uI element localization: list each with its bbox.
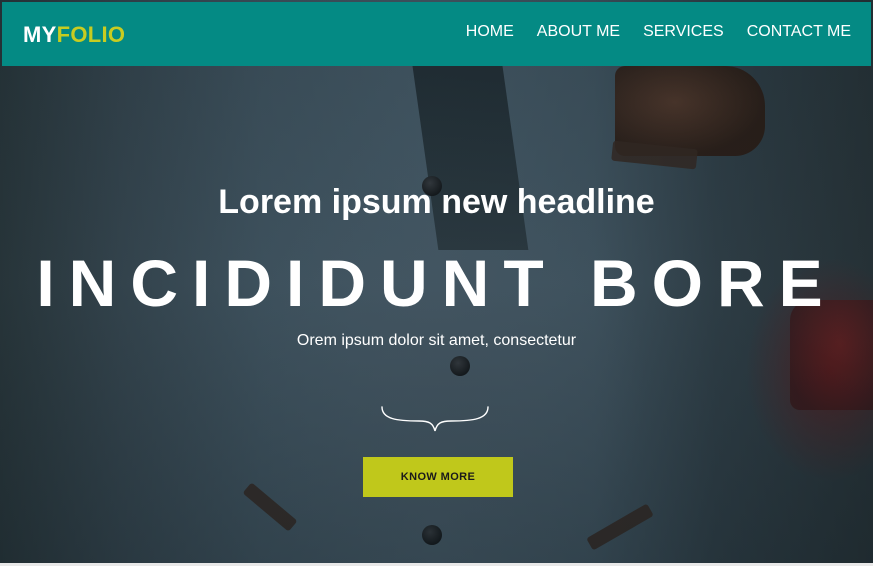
nav-services-link[interactable]: SERVICES: [643, 24, 724, 40]
hero-subtitle: Orem ipsum dolor sit amet, consectetur: [296, 332, 577, 349]
nav-about-link[interactable]: ABOUT ME: [537, 24, 620, 40]
hero-content: Lorem ipsum new headline INCIDIDUNT BORE…: [0, 0, 873, 566]
know-more-button[interactable]: KNOW MORE: [363, 457, 513, 497]
main-nav: HOME ABOUT ME SERVICES CONTACT ME: [466, 24, 851, 40]
hero-title: INCIDIDUNT BORE: [36, 246, 837, 320]
brand-logo[interactable]: MYFOLIO: [23, 24, 125, 46]
curly-brace-divider-icon: [381, 406, 489, 432]
hero-headline: Lorem ipsum new headline: [218, 183, 655, 221]
logo-part-my: MY: [23, 22, 57, 47]
nav-contact-link[interactable]: CONTACT ME: [747, 24, 851, 40]
nav-home-link[interactable]: HOME: [466, 24, 514, 40]
top-navbar: MYFOLIO HOME ABOUT ME SERVICES CONTACT M…: [2, 2, 871, 66]
logo-part-folio: FOLIO: [56, 22, 126, 47]
